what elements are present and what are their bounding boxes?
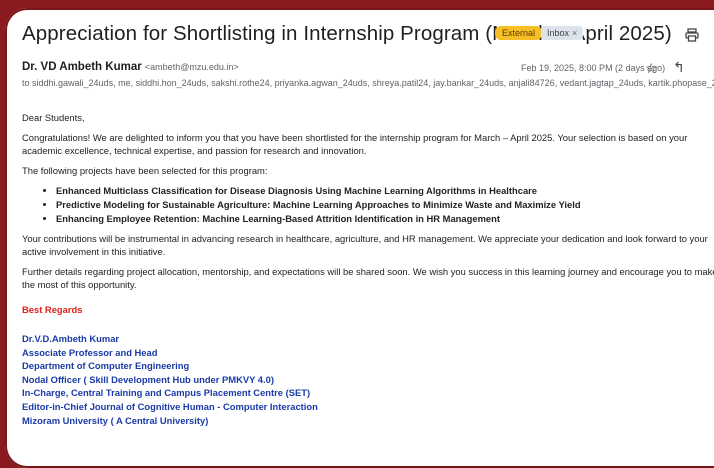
photo-frame: Appreciation for Shortlisting in Interns… [0,0,714,468]
email-date: Feb 19, 2025, 8:00 PM (2 days ago) [521,63,666,73]
signature-line: Mizoram University ( A Central Universit… [22,414,209,426]
body-paragraph-2: The following projects have been selecte… [22,165,268,176]
sender-info: Dr. VD Ambeth Kumar <ambeth@mzu.edu.in> [22,61,239,73]
inbox-label-chip[interactable]: Inbox × [541,26,584,40]
recipients-text: to siddhi.gawali_24uds, me, siddhi.hon_2… [22,78,714,88]
body-paragraph-3: Your contributions will be instrumental … [22,233,708,257]
project-item: Predictive Modeling for Sustainable Agri… [56,198,714,211]
external-badge: External [495,26,543,40]
email-view: Appreciation for Shortlisting in Interns… [5,8,714,468]
signature-line: In-Charge, Central Training and Campus P… [22,387,311,399]
signature-line: Dr.V.D.Ambeth Kumar [22,333,120,344]
project-list: Enhanced Multiclass Classification for D… [22,184,714,225]
sender-email: <ambeth@mzu.edu.in> [144,62,239,72]
reply-icon[interactable]: ↰ [673,59,685,76]
body-paragraph-1: Congratulations! We are delighted to inf… [22,132,688,156]
recipients-line[interactable]: to siddhi.gawali_24uds, me, siddhi.hon_2… [22,78,714,89]
signature-line: Associate Professor and Head [22,346,158,358]
signature-line: Department of Computer Engineering [22,360,190,372]
email-body: Dear Students, Congratulations! We are d… [22,111,714,427]
inbox-label: Inbox [547,28,570,38]
signature-line: Nodal Officer ( Skill Development Hub un… [22,373,274,385]
signature-line: Editor-in-Chief Journal of Cognitive Hum… [22,400,318,412]
body-paragraph-4: Further details regarding project alloca… [22,266,714,290]
sender-name: Dr. VD Ambeth Kumar [22,61,142,73]
regards: Best Regards [22,304,83,315]
greeting: Dear Students, [22,112,85,123]
print-icon[interactable] [685,28,699,42]
star-icon[interactable]: ☆ [645,60,658,77]
signature: Dr.V.D.Ambeth Kumar Associate Professor … [22,332,714,427]
remove-label-icon[interactable]: × [572,28,577,38]
project-item: Enhanced Multiclass Classification for D… [56,184,714,197]
project-item: Enhancing Employee Retention: Machine Le… [56,212,714,225]
